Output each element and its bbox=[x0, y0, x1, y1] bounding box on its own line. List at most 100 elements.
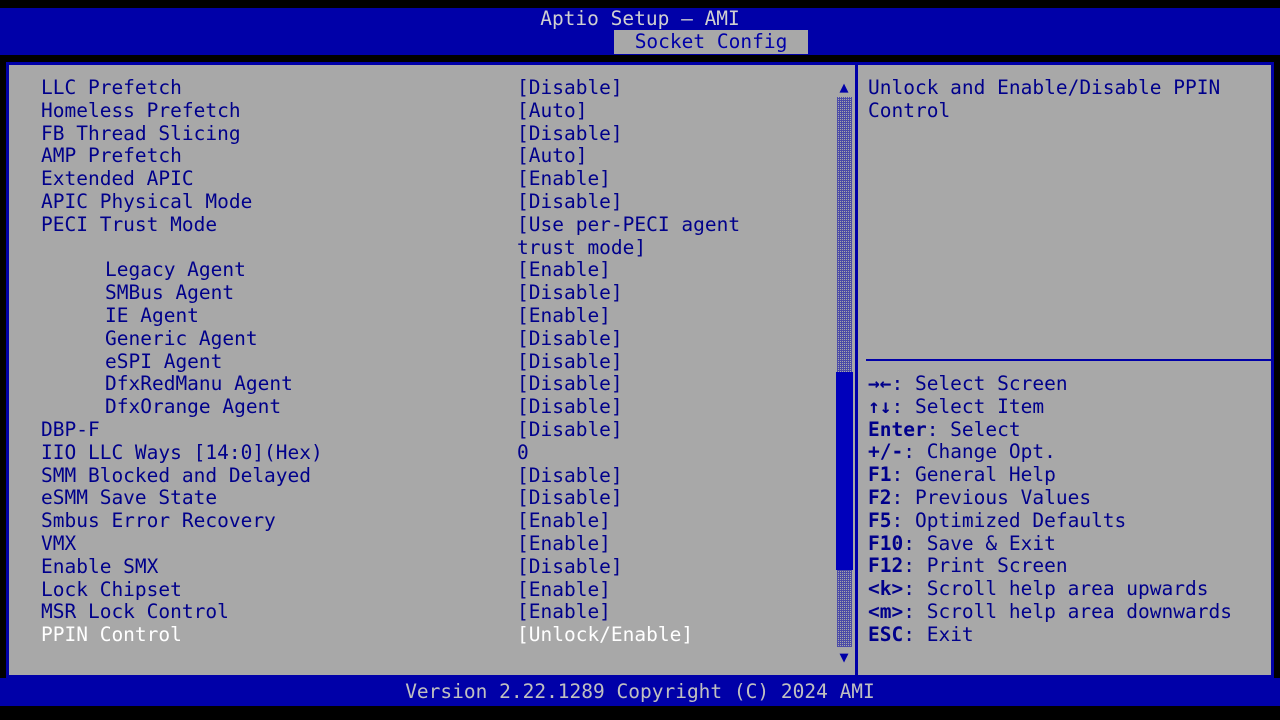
settings-row[interactable]: IIO LLC Ways [14:0](Hex) 0 bbox=[9, 440, 854, 465]
settings-pane: LLC Prefetch [Disable] Homeless Prefetch [A… bbox=[9, 65, 854, 675]
settings-row[interactable]: PECI Trust Mode [Use per-PECI agent bbox=[9, 212, 854, 237]
setting-value[interactable]: [Unlock/Enable] bbox=[517, 623, 693, 647]
version-text: Version 2.22.1289 Copyright (C) 2024 AMI bbox=[405, 680, 875, 703]
legend-description: : Save & Exit bbox=[903, 531, 1056, 555]
settings-row[interactable]: VMX [Enable] bbox=[9, 531, 854, 556]
settings-row[interactable]: DfxRedManu Agent [Disable] bbox=[9, 373, 854, 396]
key-legend: →←: Select Screen ↑↓: Select Item Enter: S… bbox=[868, 372, 1271, 647]
settings-row[interactable]: Lock Chipset [Enable] bbox=[9, 578, 854, 602]
legend-row: ESC: Exit bbox=[868, 622, 1271, 647]
setting-value[interactable]: [Enable] bbox=[517, 601, 611, 624]
settings-row[interactable]: IE Agent [Enable] bbox=[9, 303, 854, 328]
help-divider bbox=[866, 359, 1271, 361]
setting-value[interactable]: [Disable] bbox=[517, 190, 623, 214]
settings-row[interactable]: Extended APIC [Enable] bbox=[9, 167, 854, 191]
scrollbar-thumb[interactable] bbox=[836, 372, 853, 570]
help-pane: Unlock and Enable/Disable PPIN Control →… bbox=[858, 65, 1271, 675]
legend-keys: F2 bbox=[868, 485, 892, 509]
legend-keys: F1 bbox=[868, 463, 892, 487]
setting-value[interactable]: trust mode] bbox=[517, 236, 646, 260]
settings-row[interactable]: Generic Agent [Disable] bbox=[9, 326, 854, 351]
settings-row[interactable]: eSMM Save State [Disable] bbox=[9, 487, 854, 510]
settings-row[interactable]: Legacy Agent [Enable] bbox=[9, 259, 854, 282]
setting-value[interactable]: [Enable] bbox=[517, 304, 611, 328]
settings-row[interactable]: DBP-F [Disable] bbox=[9, 417, 854, 442]
settings-row[interactable]: SMBus Agent [Disable] bbox=[9, 281, 854, 305]
setting-label: Legacy Agent bbox=[105, 258, 246, 282]
legend-keys: <k> bbox=[868, 577, 904, 601]
tab-socket-config[interactable]: Socket Config bbox=[614, 30, 808, 54]
settings-row[interactable]: eSPI Agent [Disable] bbox=[9, 349, 854, 374]
legend-row: +/-: Change Opt. bbox=[868, 440, 1271, 464]
setting-label: SMM Blocked and Delayed bbox=[41, 463, 312, 487]
legend-row: ↑↓: Select Item bbox=[868, 394, 1271, 419]
setting-label: Generic Agent bbox=[105, 326, 258, 350]
legend-keys: <m> bbox=[868, 599, 904, 623]
settings-scrollbar[interactable]: ▲ ▼ bbox=[833, 71, 854, 673]
setting-label: LLC Prefetch bbox=[41, 76, 182, 99]
settings-row[interactable]: SMM Blocked and Delayed [Disable] bbox=[9, 463, 854, 488]
setting-value[interactable]: [Disable] bbox=[517, 122, 623, 146]
setting-label: VMX bbox=[41, 531, 77, 555]
legend-row: <k>: Scroll help area upwards bbox=[868, 577, 1271, 601]
scroll-down-arrow-icon[interactable]: ▼ bbox=[835, 649, 853, 665]
setting-value[interactable]: [Auto] bbox=[517, 145, 587, 168]
setting-value[interactable]: [Disable] bbox=[517, 327, 623, 351]
legend-row: F1: General Help bbox=[868, 463, 1271, 487]
legend-keys: →← bbox=[868, 372, 892, 395]
setting-value[interactable]: [Enable] bbox=[517, 167, 611, 191]
settings-row[interactable]: DfxOrange Agent [Disable] bbox=[9, 395, 854, 419]
setting-label: SMBus Agent bbox=[105, 281, 235, 305]
tab-strip: Socket Config bbox=[0, 30, 1280, 54]
settings-row[interactable]: APIC Physical Mode [Disable] bbox=[9, 190, 854, 214]
setting-label: Enable SMX bbox=[41, 554, 159, 578]
setting-label: eSPI Agent bbox=[105, 349, 223, 373]
setting-label: Extended APIC bbox=[41, 167, 194, 191]
settings-row[interactable]: AMP Prefetch [Auto] bbox=[9, 145, 854, 168]
settings-row[interactable]: PPIN Control [Unlock/Enable] bbox=[9, 623, 854, 647]
settings-row[interactable]: trust mode] bbox=[9, 236, 854, 260]
setting-value[interactable]: 0 bbox=[517, 441, 529, 465]
settings-row[interactable]: LLC Prefetch [Disable] bbox=[9, 76, 854, 100]
setting-value[interactable]: [Enable] bbox=[517, 532, 611, 556]
legend-description: : Change Opt. bbox=[903, 440, 1056, 464]
setting-value[interactable]: [Disable] bbox=[517, 418, 623, 442]
legend-description: : Exit bbox=[903, 622, 974, 646]
legend-description: : Scroll help area downwards bbox=[903, 599, 1232, 623]
setting-value[interactable]: [Disable] bbox=[517, 281, 623, 305]
settings-row[interactable]: Enable SMX [Disable] bbox=[9, 554, 854, 579]
legend-keys: ESC bbox=[868, 622, 904, 646]
setting-value[interactable]: [Disable] bbox=[517, 76, 623, 100]
setting-label: AMP Prefetch bbox=[41, 144, 182, 168]
page-title: Aptio Setup – AMI bbox=[540, 7, 740, 30]
scroll-up-arrow-icon[interactable]: ▲ bbox=[835, 79, 853, 95]
setting-value[interactable]: [Enable] bbox=[517, 509, 611, 533]
setting-value[interactable]: [Auto] bbox=[517, 99, 587, 123]
legend-keys: F10 bbox=[868, 531, 904, 555]
legend-row: <m>: Scroll help area downwards bbox=[868, 599, 1271, 624]
setting-label: IE Agent bbox=[105, 303, 199, 327]
settings-list: LLC Prefetch [Disable] Homeless Prefetch [A… bbox=[9, 76, 854, 647]
help-text: Unlock and Enable/Disable PPIN Control bbox=[868, 76, 1232, 122]
setting-value[interactable]: [Enable] bbox=[517, 259, 611, 282]
settings-row[interactable]: FB Thread Slicing [Disable] bbox=[9, 122, 854, 146]
setting-label: PECI Trust Mode bbox=[41, 212, 218, 236]
setting-label: Smbus Error Recovery bbox=[41, 509, 276, 533]
legend-description: : Optimized Defaults bbox=[891, 508, 1127, 532]
setting-value[interactable]: [Disable] bbox=[517, 395, 623, 419]
setting-value[interactable]: [Disable] bbox=[517, 373, 623, 396]
setting-label: DBP-F bbox=[41, 417, 100, 441]
legend-description: : Select Item bbox=[891, 394, 1045, 418]
setting-value[interactable]: [Use per-PECI agent bbox=[517, 213, 740, 237]
setting-value[interactable]: [Disable] bbox=[517, 487, 623, 510]
setting-value[interactable]: [Disable] bbox=[517, 555, 623, 579]
setting-label: IIO LLC Ways [14:0](Hex) bbox=[41, 440, 323, 464]
settings-row[interactable]: Homeless Prefetch [Auto] bbox=[9, 99, 854, 123]
setting-value[interactable]: [Disable] bbox=[517, 350, 623, 374]
legend-row: F5: Optimized Defaults bbox=[868, 508, 1271, 533]
setting-value[interactable]: [Disable] bbox=[517, 464, 623, 488]
setting-value[interactable]: [Enable] bbox=[517, 578, 611, 602]
main-panel: LLC Prefetch [Disable] Homeless Prefetch [A… bbox=[6, 62, 1274, 678]
settings-row[interactable]: MSR Lock Control [Enable] bbox=[9, 601, 854, 624]
settings-row[interactable]: Smbus Error Recovery [Enable] bbox=[9, 509, 854, 533]
